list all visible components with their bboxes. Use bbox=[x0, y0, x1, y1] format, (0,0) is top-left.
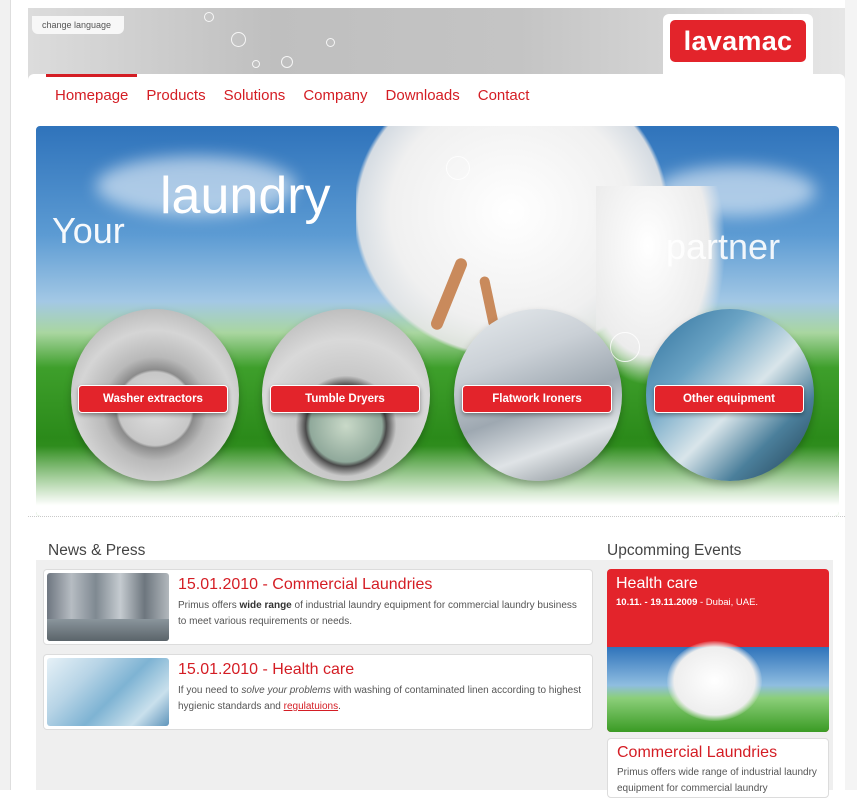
event-title[interactable]: Health care bbox=[616, 575, 698, 593]
nav-solutions[interactable]: Solutions bbox=[215, 74, 295, 114]
bubble-decoration bbox=[446, 156, 470, 180]
event-date: 10.11. - 19.11.2009 - Dubai, UAE. bbox=[616, 597, 759, 608]
event-summary: Primus offers wide range of industrial l… bbox=[617, 767, 817, 794]
hero-word-your: Your bbox=[52, 210, 125, 251]
hero-banner: Your laundry partner Washer extractors T… bbox=[36, 126, 839, 516]
event-title[interactable]: Commercial Laundries bbox=[617, 744, 777, 762]
bubble-decoration bbox=[204, 12, 214, 22]
bubble-decoration bbox=[610, 332, 640, 362]
main-content: Homepage Products Solutions Company Down… bbox=[28, 74, 845, 798]
news-thumbnail[interactable] bbox=[47, 658, 169, 726]
bubble-decoration bbox=[281, 56, 293, 68]
tumble-dryers-button[interactable]: Tumble Dryers bbox=[270, 385, 420, 413]
news-item[interactable]: 15.01.2010 - Health care If you need to … bbox=[43, 654, 593, 730]
events-section-title: Upcomming Events bbox=[607, 542, 742, 559]
page-left-edge bbox=[0, 0, 11, 790]
news-thumbnail[interactable] bbox=[47, 573, 169, 641]
bubble-decoration bbox=[326, 38, 335, 47]
page-right-edge bbox=[845, 0, 857, 790]
news-panel: 15.01.2010 - Commercial Laundries Primus… bbox=[36, 560, 601, 790]
events-panel: Health care 10.11. - 19.11.2009 - Dubai,… bbox=[601, 560, 833, 798]
flatwork-ironers-button[interactable]: Flatwork Ironers bbox=[462, 385, 612, 413]
page-wrapper: change language lavamac Homepage Product… bbox=[28, 0, 845, 798]
bubble-decoration bbox=[231, 32, 246, 47]
nav-homepage[interactable]: Homepage bbox=[46, 74, 138, 114]
other-equipment-button[interactable]: Other equipment bbox=[654, 385, 804, 413]
washer-extractors-button[interactable]: Washer extractors bbox=[78, 385, 228, 413]
nav-contact[interactable]: Contact bbox=[469, 74, 539, 114]
bubble-decoration bbox=[252, 60, 260, 68]
news-headline[interactable]: 15.01.2010 - Commercial Laundries bbox=[178, 576, 432, 594]
logo-container: lavamac bbox=[663, 14, 813, 74]
cloth-image bbox=[667, 641, 762, 721]
nav-company[interactable]: Company bbox=[294, 74, 376, 114]
lavamac-logo[interactable]: lavamac bbox=[670, 20, 806, 62]
news-summary: If you need to solve your problems with … bbox=[178, 685, 582, 712]
featured-event-card[interactable]: Health care 10.11. - 19.11.2009 - Dubai,… bbox=[607, 569, 829, 732]
nav-downloads[interactable]: Downloads bbox=[377, 74, 469, 114]
regulations-link[interactable]: regulatuions bbox=[284, 701, 338, 712]
section-divider bbox=[28, 516, 845, 517]
hero-word-partner: partner bbox=[666, 226, 781, 267]
change-language-button[interactable]: change language bbox=[32, 16, 124, 34]
news-section-title: News & Press bbox=[48, 542, 146, 559]
hero-word-laundry: laundry bbox=[160, 167, 331, 225]
event-image bbox=[607, 641, 829, 732]
news-headline[interactable]: 15.01.2010 - Health care bbox=[178, 661, 354, 679]
news-item[interactable]: 15.01.2010 - Commercial Laundries Primus… bbox=[43, 569, 593, 645]
nav-products[interactable]: Products bbox=[137, 74, 214, 114]
event-card[interactable]: Commercial Laundries Primus offers wide … bbox=[607, 738, 829, 798]
news-summary: Primus offers wide range of industrial l… bbox=[178, 600, 577, 627]
main-nav: Homepage Products Solutions Company Down… bbox=[46, 74, 538, 114]
